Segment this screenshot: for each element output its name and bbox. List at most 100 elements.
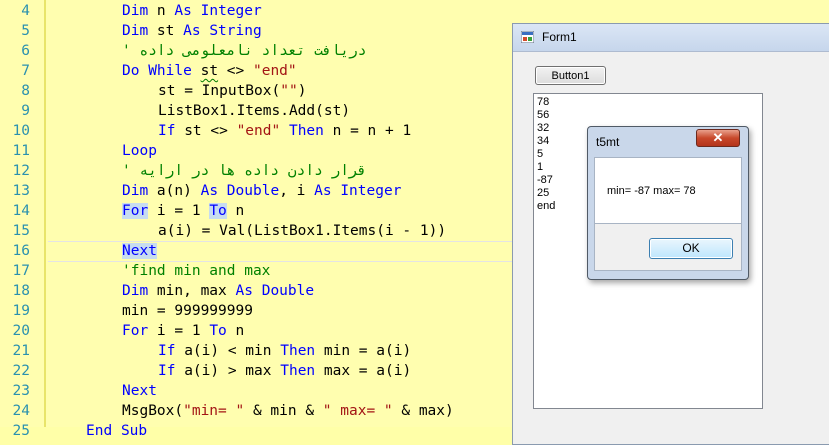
code-token: , i [279, 183, 315, 199]
line-number: 11 [12, 143, 30, 159]
code-text: For i = 1 To n [122, 321, 244, 341]
code-token: Next [122, 243, 157, 259]
code-text: 'find min and max [122, 261, 270, 281]
code-token: 'find min and max [122, 263, 271, 279]
code-token: Double [226, 183, 280, 199]
form-icon [521, 31, 534, 43]
code-token: Dim [122, 3, 149, 19]
line-number: 17 [12, 263, 30, 279]
code-token: Integer [340, 183, 402, 199]
code-text: Next [122, 241, 157, 261]
code-token: n [226, 203, 245, 219]
code-token: i = 1 [148, 203, 210, 219]
code-token: a(i) > max [175, 363, 281, 379]
line-number: 22 [12, 363, 30, 379]
list-item[interactable]: 25 [537, 187, 549, 200]
msgbox-body: min= -87 max= 78 [594, 157, 742, 224]
code-token: Sub [120, 423, 148, 439]
code-text: End Sub [86, 421, 147, 441]
line-number: 10 [12, 123, 30, 139]
code-text: If a(i) < min Then min = a(i) [158, 341, 411, 361]
code-token: Then [288, 123, 324, 139]
code-token: min = a(i) [315, 343, 412, 359]
code-text: Do While st <> "end" [122, 61, 297, 81]
code-token: ) [297, 83, 307, 99]
code-text: min = 999999999 [122, 301, 253, 321]
code-text: If a(i) > max Then max = a(i) [158, 361, 411, 381]
code-text: Dim min, max As Double [122, 281, 314, 301]
line-number: 8 [21, 83, 30, 99]
line-number: 23 [12, 383, 30, 399]
code-token: st [200, 63, 219, 79]
list-item[interactable]: 78 [537, 96, 549, 109]
code-token: As [235, 283, 253, 299]
code-token: Dim [122, 23, 149, 39]
line-number: 18 [12, 283, 30, 299]
code-token: a(i) = Val(ListBox1.Items(i - 1)) [158, 223, 447, 239]
code-text: st = InputBox("") [158, 81, 306, 101]
code-token: Do [122, 63, 140, 79]
code-token: To [209, 203, 227, 219]
line-number: 19 [12, 303, 30, 319]
code-text: If st <> "end" Then n = n + 1 [158, 121, 411, 141]
code-token: If [158, 363, 176, 379]
line-number: 6 [21, 43, 30, 59]
code-token: & min & [244, 403, 323, 419]
code-token: To [209, 323, 227, 339]
form1-titlebar[interactable]: Form1 [513, 24, 829, 52]
list-item[interactable]: 32 [537, 122, 549, 135]
form1-title: Form1 [542, 30, 577, 44]
code-token: st [148, 23, 184, 39]
code-token: If [158, 343, 176, 359]
msgbox-footer: OK [594, 224, 742, 271]
line-number: 5 [21, 23, 30, 39]
code-token: & max) [392, 403, 454, 419]
line-number: 25 [12, 423, 30, 439]
code-token: String [209, 23, 262, 39]
list-item[interactable]: 5 [537, 148, 543, 161]
code-text: Dim st As String [122, 21, 262, 41]
code-token: st = InputBox( [158, 83, 281, 99]
code-token: st <> [175, 123, 237, 139]
code-token: i = 1 [148, 323, 210, 339]
code-token: End [86, 423, 113, 439]
msgbox-message: min= -87 max= 78 [607, 185, 696, 197]
code-token: a(i) < min [175, 343, 281, 359]
list-item[interactable]: 56 [537, 109, 549, 122]
code-token: min, max [148, 283, 236, 299]
gutter-divider [44, 0, 46, 427]
list-item[interactable]: 1 [537, 161, 543, 174]
line-number: 16 [12, 243, 30, 259]
line-number: 4 [21, 3, 30, 19]
code-text: Dim n As Integer [122, 1, 262, 21]
code-token: Next [122, 383, 157, 399]
line-number: 12 [12, 163, 30, 179]
line-number: 20 [12, 323, 30, 339]
ok-button[interactable]: OK [649, 238, 733, 259]
list-item[interactable]: 34 [537, 135, 549, 148]
code-token: If [158, 123, 176, 139]
close-button[interactable]: ✕ [696, 129, 740, 147]
code-token: Then [280, 343, 316, 359]
code-token: As [174, 3, 192, 19]
code-token: Double [261, 283, 315, 299]
button1[interactable]: Button1 [535, 66, 606, 85]
code-token: " max= " [322, 403, 393, 419]
list-item[interactable]: -87 [537, 174, 553, 187]
list-item[interactable]: end [537, 200, 555, 213]
code-token: "end" [236, 123, 281, 139]
line-number: 15 [12, 223, 30, 239]
message-box[interactable]: t5mt ✕ min= -87 max= 78 OK [587, 126, 749, 280]
code-token: a(n) [148, 183, 201, 199]
code-token: Then [280, 363, 316, 379]
line-number: 9 [21, 103, 30, 119]
code-token: Dim [122, 283, 149, 299]
line-number: 7 [21, 63, 30, 79]
line-number: 13 [12, 183, 30, 199]
